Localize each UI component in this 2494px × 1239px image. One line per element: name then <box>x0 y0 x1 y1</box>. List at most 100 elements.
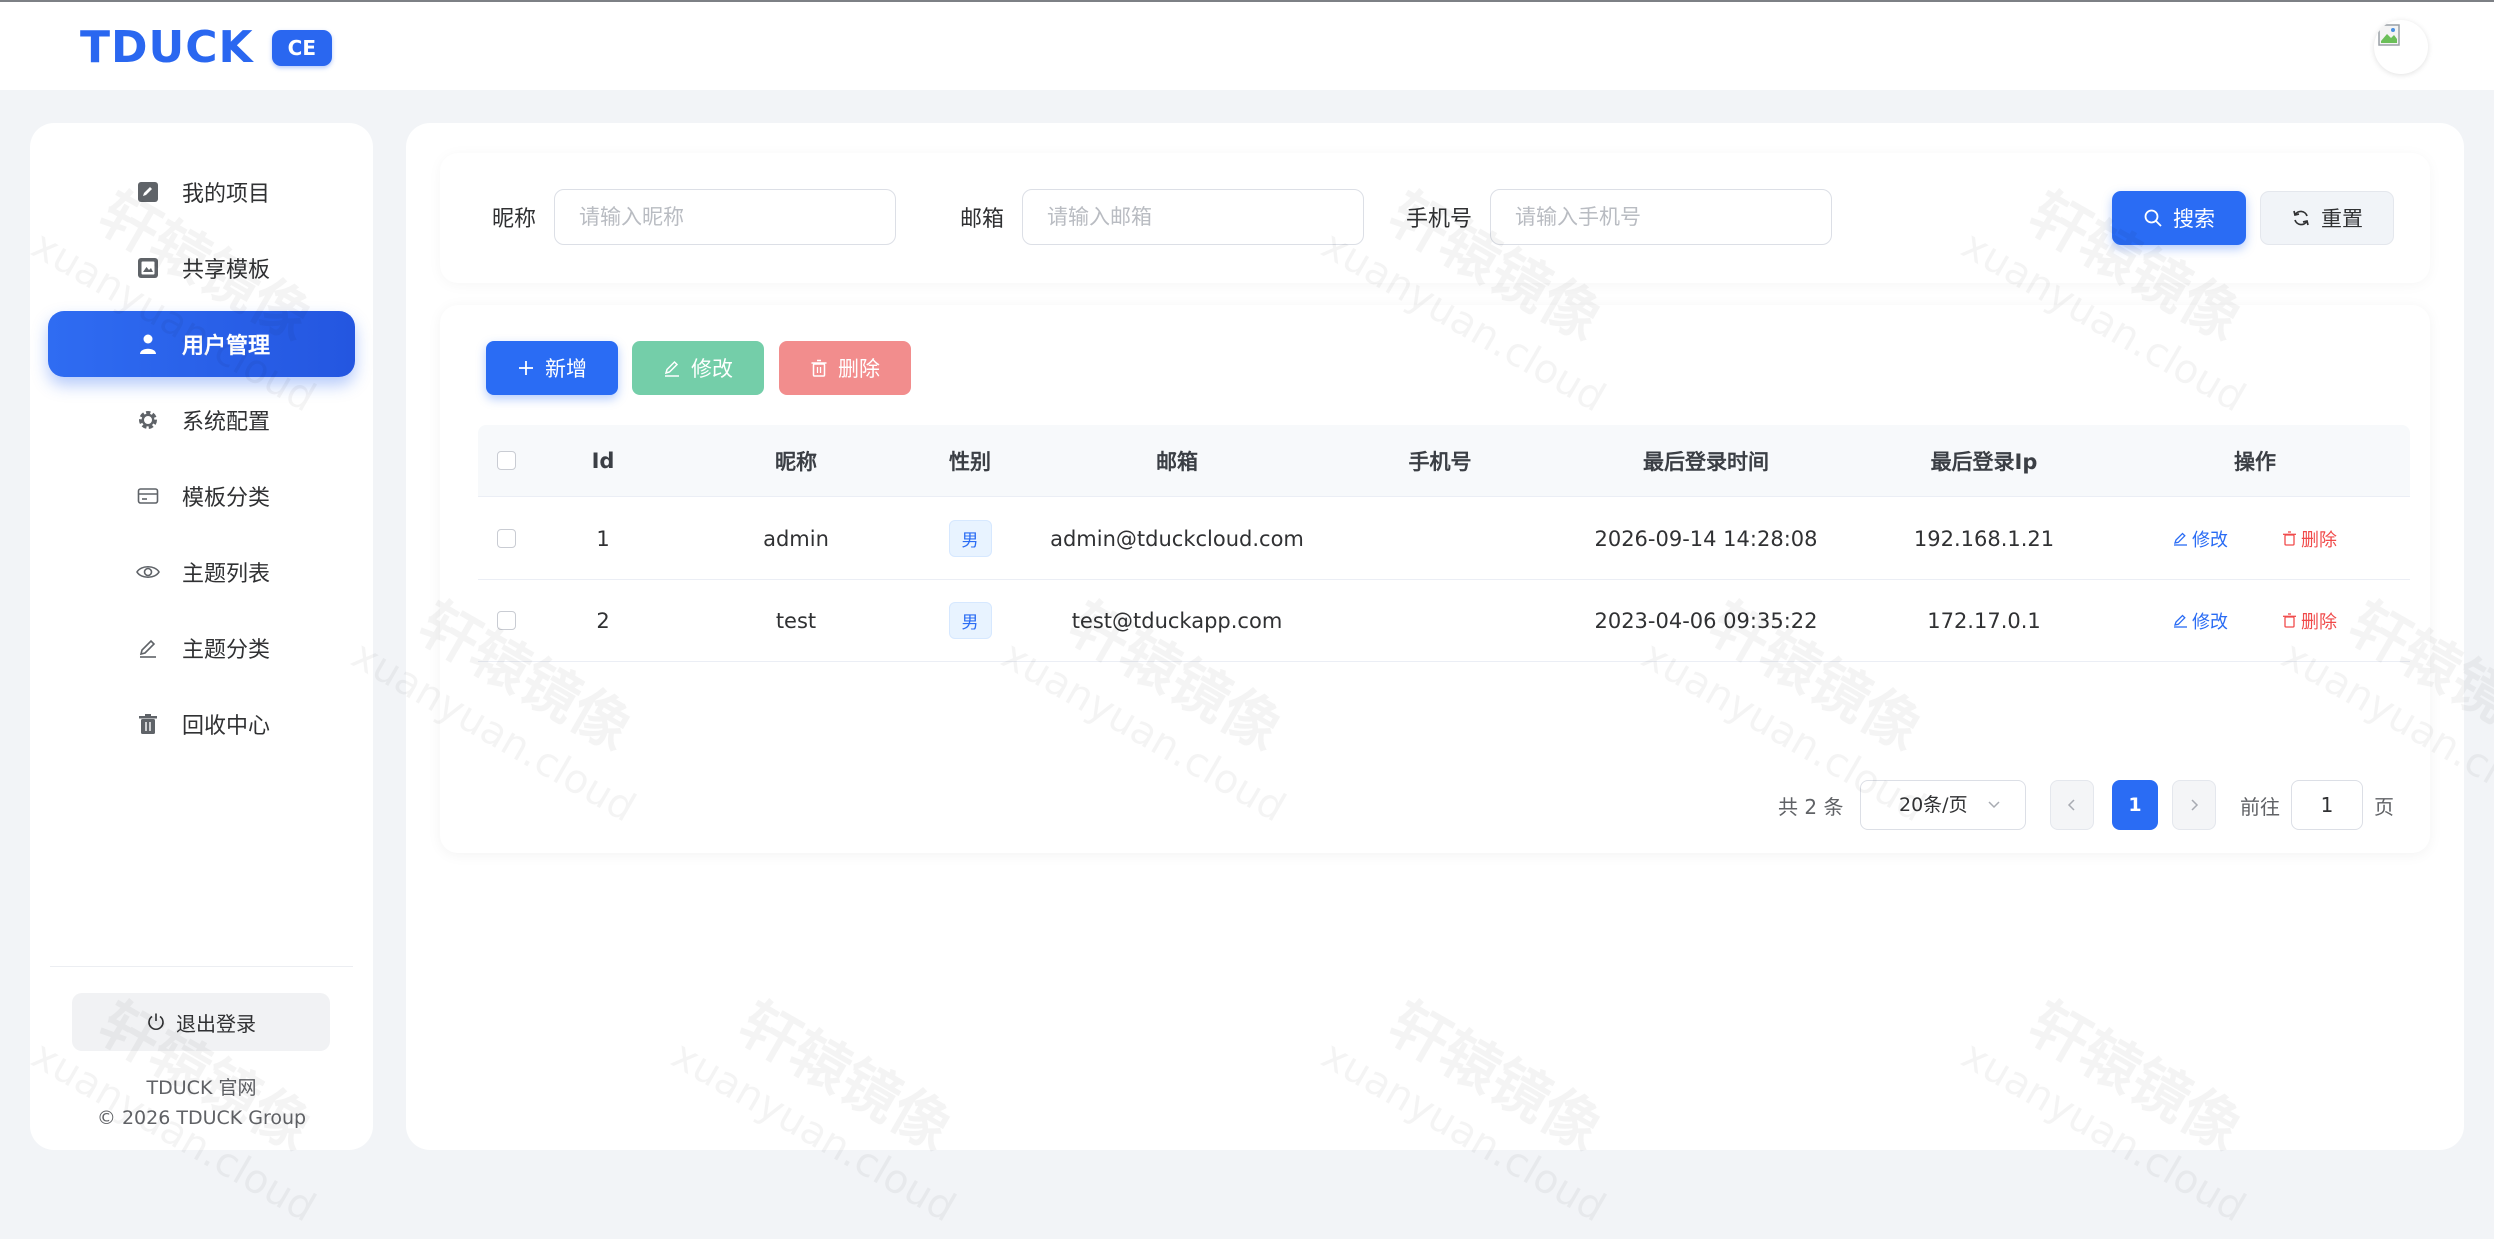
sidebar-item-label: 共享模板 <box>182 258 271 283</box>
cell-actions: 修改 删除 <box>2102 498 2408 579</box>
add-button-label: 新增 <box>545 357 587 381</box>
sidebar-footer: TDUCK 官网 © 2026 TDUCK Group <box>30 1073 373 1133</box>
sidebar-item-shared-templates[interactable]: 共享模板 <box>48 235 355 301</box>
sidebar-item-theme-category[interactable]: 主题分类 <box>48 615 355 681</box>
sidebar-item-recycle-center[interactable]: 回收中心 <box>48 691 355 757</box>
page-1-button[interactable]: 1 <box>2112 780 2158 830</box>
email-input[interactable] <box>1022 189 1364 245</box>
row-edit-label: 修改 <box>2192 529 2228 551</box>
official-site-link[interactable]: TDUCK 官网 <box>30 1073 373 1103</box>
row-delete-label: 删除 <box>2301 529 2337 551</box>
sidebar-item-system-config[interactable]: 系统配置 <box>48 387 355 453</box>
phone-input[interactable] <box>1490 189 1832 245</box>
column-header-id[interactable]: Id <box>534 425 672 496</box>
trash-icon <box>2283 613 2296 628</box>
next-page-button[interactable] <box>2172 780 2216 830</box>
sidebar-item-my-projects[interactable]: 我的项目 <box>48 159 355 225</box>
nickname-field: 昵称 <box>456 189 896 245</box>
sidebar-item-theme-list[interactable]: 主题列表 <box>48 539 355 605</box>
logo-badge: CE <box>271 30 332 66</box>
sidebar-item-label: 回收中心 <box>182 714 271 739</box>
cell-last-login-time: 2026-09-14 14:28:08 <box>1594 526 1818 551</box>
row-delete-link[interactable]: 删除 <box>2282 526 2337 552</box>
goto-page-input[interactable] <box>2291 780 2363 830</box>
logout-button[interactable]: 退出登录 <box>72 993 330 1051</box>
delete-button-label: 删除 <box>838 357 880 381</box>
sidebar-item-label: 用户管理 <box>182 334 271 359</box>
row-edit-link[interactable]: 修改 <box>2173 526 2228 552</box>
trash-icon <box>2283 531 2296 546</box>
sidebar-item-user-management[interactable]: 用户管理 <box>48 311 355 377</box>
row-checkbox[interactable] <box>496 611 516 630</box>
chevron-down-icon <box>1988 801 2000 809</box>
phone-field: 手机号 <box>1392 189 1832 245</box>
search-button[interactable]: 搜索 <box>2112 191 2246 245</box>
gender-tag: 男 <box>948 602 992 639</box>
cell-gender: 男 <box>920 580 1020 661</box>
pencil-icon <box>2174 532 2187 546</box>
edit-button[interactable]: 修改 <box>632 341 764 395</box>
cell-gender: 男 <box>920 498 1020 579</box>
sidebar-item-label: 系统配置 <box>182 410 271 435</box>
pencil-icon <box>2174 614 2187 628</box>
power-icon <box>148 1013 164 1030</box>
eye-icon <box>136 560 160 584</box>
select-all-cell <box>478 425 534 496</box>
image-icon <box>136 256 160 280</box>
nickname-input[interactable] <box>554 189 896 245</box>
row-select-cell <box>478 580 534 661</box>
column-header-gender[interactable]: 性别 <box>920 425 1020 496</box>
row-checkbox[interactable] <box>496 529 516 548</box>
phone-label: 手机号 <box>1405 207 1472 232</box>
trash-icon <box>811 359 827 377</box>
top-header: TDUCK CE <box>0 0 2494 90</box>
page-size-select[interactable]: 20条/页 <box>1860 780 2026 830</box>
chevron-right-icon <box>2191 799 2199 811</box>
table-row: 2 test 男 test@tduckapp.com 2023-04-06 09… <box>478 580 2410 662</box>
main-content: 昵称 邮箱 手机号 搜索 重置 新增 修改 <box>406 123 2464 1150</box>
table-header: Id 昵称 性别 邮箱 手机号 最后登录时间 最后登录Ip 操作 <box>478 425 2410 497</box>
row-delete-link[interactable]: 删除 <box>2282 608 2337 634</box>
cell-email: test@tduckapp.com <box>1071 608 1283 633</box>
broken-image-icon <box>2378 24 2400 46</box>
row-edit-link[interactable]: 修改 <box>2173 608 2228 634</box>
column-header-last-login-time[interactable]: 最后登录时间 <box>1546 425 1866 496</box>
sidebar-item-label: 主题分类 <box>182 638 271 663</box>
row-edit-label: 修改 <box>2192 611 2228 633</box>
pencil-icon <box>664 360 679 377</box>
cell-last-login-time: 2023-04-06 09:35:22 <box>1594 608 1818 633</box>
search-button-label: 搜索 <box>2173 207 2215 231</box>
column-header-phone[interactable]: 手机号 <box>1334 425 1546 496</box>
nickname-label: 昵称 <box>491 207 536 232</box>
cell-id: 2 <box>596 608 610 633</box>
edit-square-icon <box>136 180 160 204</box>
app-logo[interactable]: TDUCK CE <box>80 26 332 70</box>
gear-icon <box>136 408 160 432</box>
cell-phone <box>1334 498 1546 579</box>
gender-tag: 男 <box>948 520 992 557</box>
email-field: 邮箱 <box>924 189 1364 245</box>
select-all-checkbox[interactable] <box>496 451 516 470</box>
add-button[interactable]: 新增 <box>486 341 618 395</box>
prev-page-button[interactable] <box>2050 780 2094 830</box>
column-header-email[interactable]: 邮箱 <box>1020 425 1334 496</box>
reset-button[interactable]: 重置 <box>2260 191 2394 245</box>
sidebar-item-label: 模板分类 <box>182 486 271 511</box>
cell-last-login-ip: 172.17.0.1 <box>1927 608 2041 633</box>
table-row: 1 admin 男 admin@tduckcloud.com 2026-09-1… <box>478 498 2410 580</box>
delete-button[interactable]: 删除 <box>779 341 911 395</box>
column-header-nickname[interactable]: 昵称 <box>672 425 920 496</box>
refresh-icon <box>2293 210 2309 226</box>
cell-actions: 修改 删除 <box>2102 580 2408 661</box>
goto-label: 前往 <box>2240 794 2280 819</box>
sidebar-item-label: 我的项目 <box>182 182 271 207</box>
sidebar-menu: 我的项目 共享模板 用户管理 系统配置 模板分类 主题列表 主题分类 回收中心 <box>48 159 355 767</box>
avatar[interactable] <box>2374 20 2428 74</box>
column-header-actions: 操作 <box>2234 449 2276 474</box>
pencil-icon <box>136 636 160 660</box>
reset-button-label: 重置 <box>2321 207 2363 231</box>
column-header-last-login-ip[interactable]: 最后登录Ip <box>1866 425 2102 496</box>
card-icon <box>136 484 160 508</box>
copyright-text: © 2026 TDUCK Group <box>96 1107 307 1129</box>
sidebar-item-template-category[interactable]: 模板分类 <box>48 463 355 529</box>
